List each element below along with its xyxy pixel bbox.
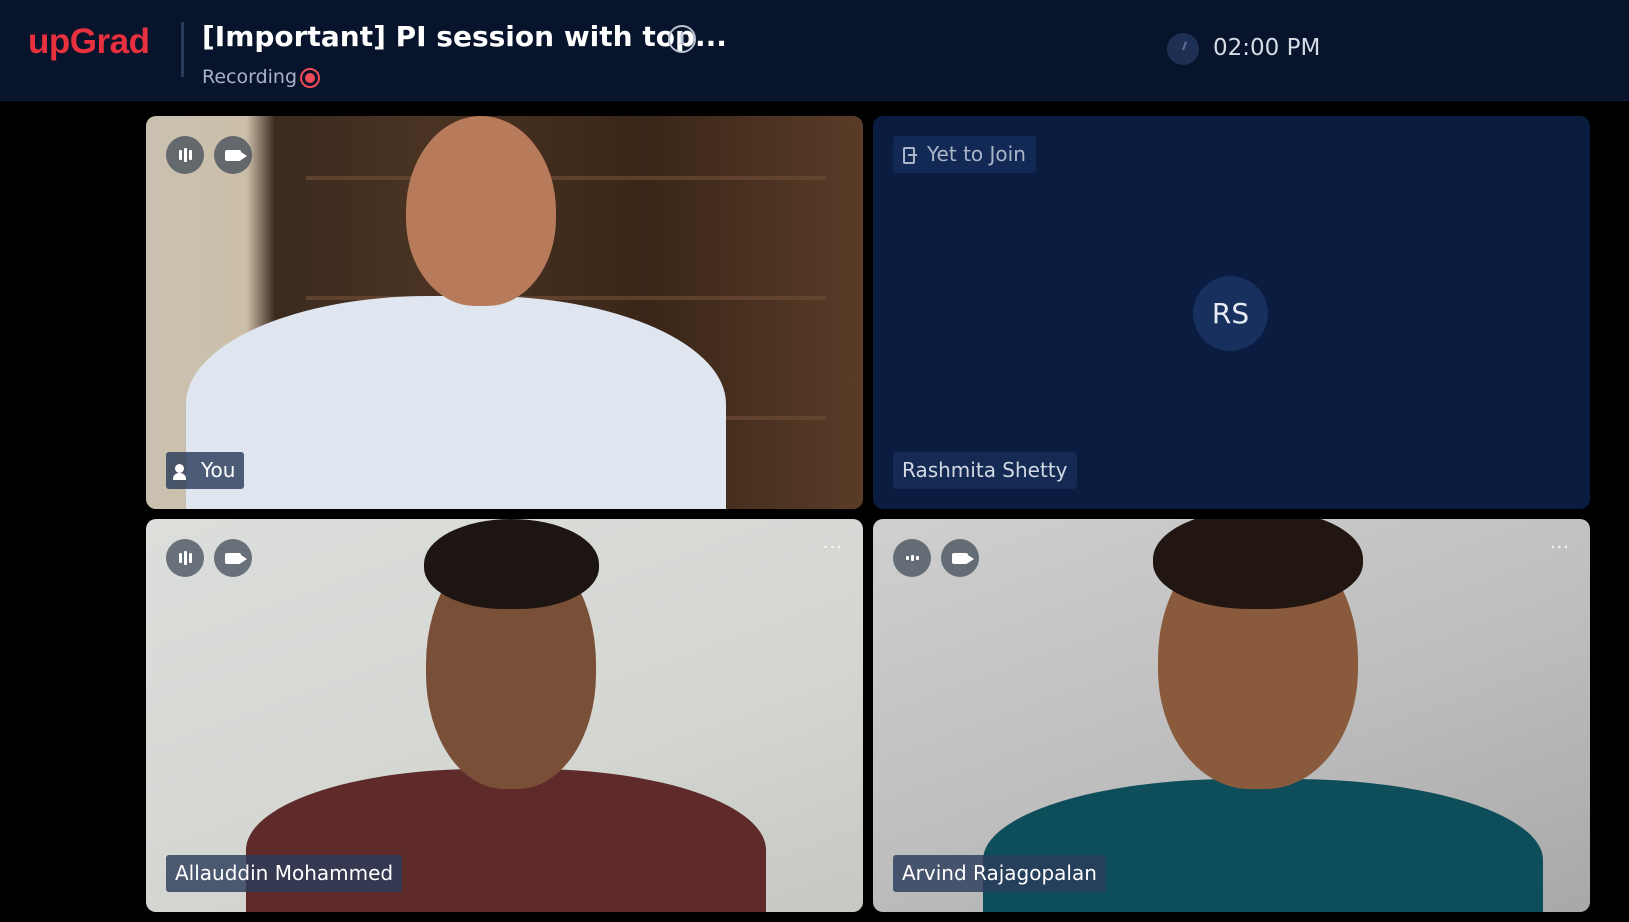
more-options-icon[interactable]: ··· (1550, 537, 1570, 558)
participant-name: You (201, 458, 236, 482)
join-status-badge: Yet to Join (893, 136, 1036, 173)
join-status-text: Yet to Join (927, 142, 1026, 166)
header-divider (181, 22, 184, 77)
participant-name-tag: Allauddin Mohammed (166, 855, 403, 892)
clock-icon (1167, 33, 1199, 65)
upgrad-logo: upGrad (28, 22, 150, 61)
record-icon (300, 68, 320, 88)
recording-label: Recording (202, 66, 298, 88)
camera-icon[interactable] (214, 539, 252, 577)
person-hair (424, 519, 599, 609)
audio-level-icon[interactable] (166, 539, 204, 577)
person-hair (1153, 519, 1363, 609)
video-tile-arvind-rajagopalan[interactable]: ··· Arvind Rajagopalan (873, 519, 1590, 912)
audio-level-icon[interactable] (893, 539, 931, 577)
avatar: RS (1193, 276, 1268, 351)
meeting-header: upGrad [Important] PI session with top..… (0, 0, 1629, 101)
person-face (406, 116, 556, 306)
person-figure (186, 296, 726, 509)
participant-name-tag: Arvind Rajagopalan (893, 855, 1106, 892)
camera-icon[interactable] (214, 136, 252, 174)
participant-name-tag: Rashmita Shetty (893, 452, 1077, 489)
person-figure (983, 779, 1543, 912)
audio-level-icon[interactable] (166, 136, 204, 174)
info-icon[interactable]: i (668, 25, 696, 53)
join-door-icon (903, 147, 917, 164)
meeting-title: [Important] PI session with top... (202, 20, 727, 53)
video-tile-rashmita-shetty[interactable]: Yet to Join RS Rashmita Shetty (873, 116, 1590, 509)
speaking-user-icon (173, 463, 193, 480)
video-tile-allauddin-mohammed[interactable]: ··· Allauddin Mohammed (146, 519, 863, 912)
bookshelf-decor (306, 176, 826, 180)
meeting-time: 02:00 PM (1213, 35, 1321, 61)
participant-name-tag: You (166, 452, 245, 489)
more-options-icon[interactable]: ··· (823, 537, 843, 558)
camera-icon[interactable] (941, 539, 979, 577)
video-tile-you[interactable]: You (146, 116, 863, 509)
